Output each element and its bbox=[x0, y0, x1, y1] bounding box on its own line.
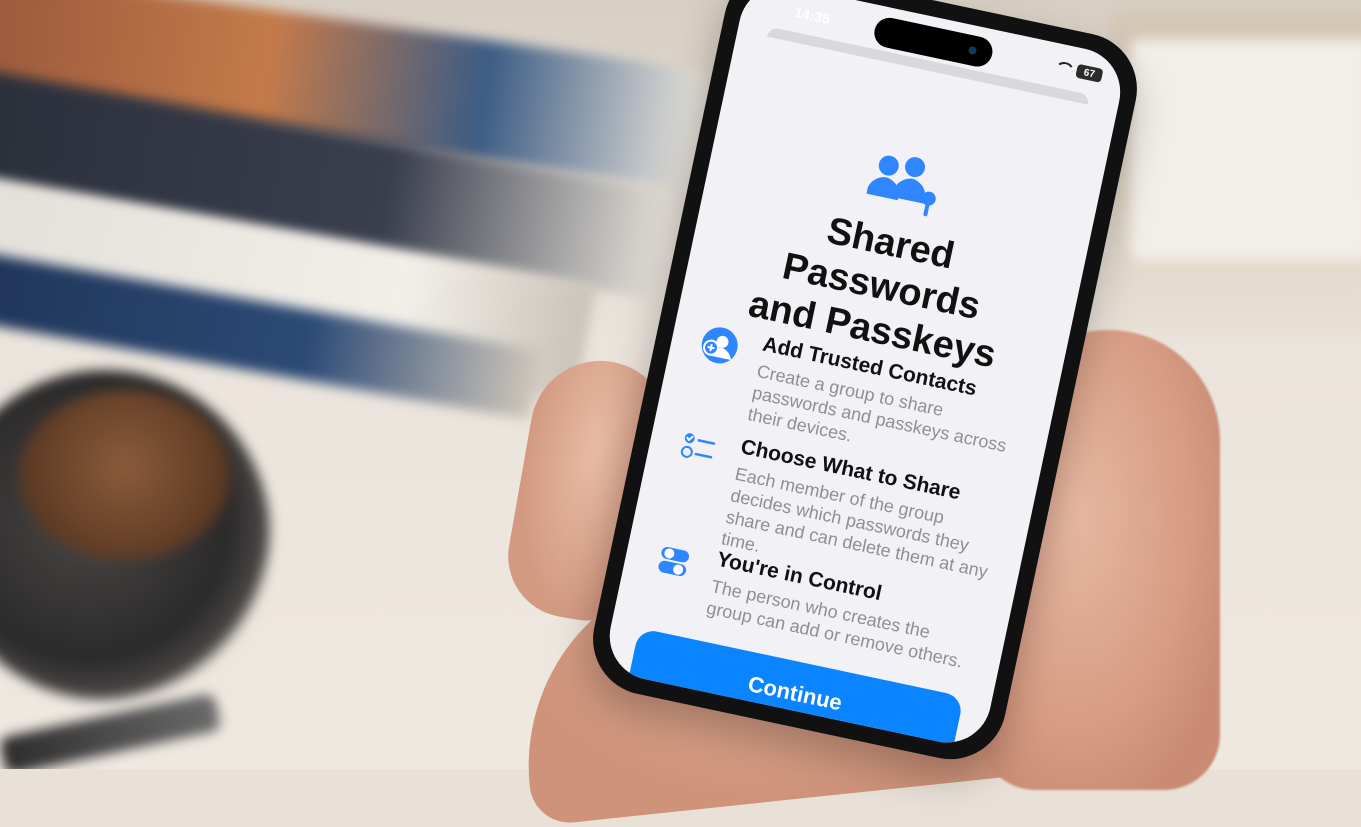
camera-dot-icon bbox=[967, 45, 978, 56]
battery-icon: 67 bbox=[1075, 63, 1104, 83]
phone: 14:35 67 Shared Passwords and Passkeys A… bbox=[582, 0, 1160, 780]
window bbox=[1130, 40, 1361, 260]
modal-sheet: Shared Passwords and Passkeys Add Truste… bbox=[601, 20, 1120, 751]
person-add-icon bbox=[696, 322, 743, 369]
phone-body: 14:35 67 Shared Passwords and Passkeys A… bbox=[582, 0, 1148, 770]
shared-passwords-icon bbox=[855, 145, 953, 220]
cookie bbox=[20, 390, 230, 560]
phone-screen: 14:35 67 Shared Passwords and Passkeys A… bbox=[601, 0, 1129, 751]
wifi-icon bbox=[1054, 60, 1072, 75]
checklist-icon bbox=[674, 424, 721, 471]
status-time: 14:35 bbox=[793, 3, 832, 27]
status-icons: 67 bbox=[1054, 59, 1104, 83]
pen bbox=[0, 692, 222, 769]
toggles-icon bbox=[650, 537, 697, 584]
